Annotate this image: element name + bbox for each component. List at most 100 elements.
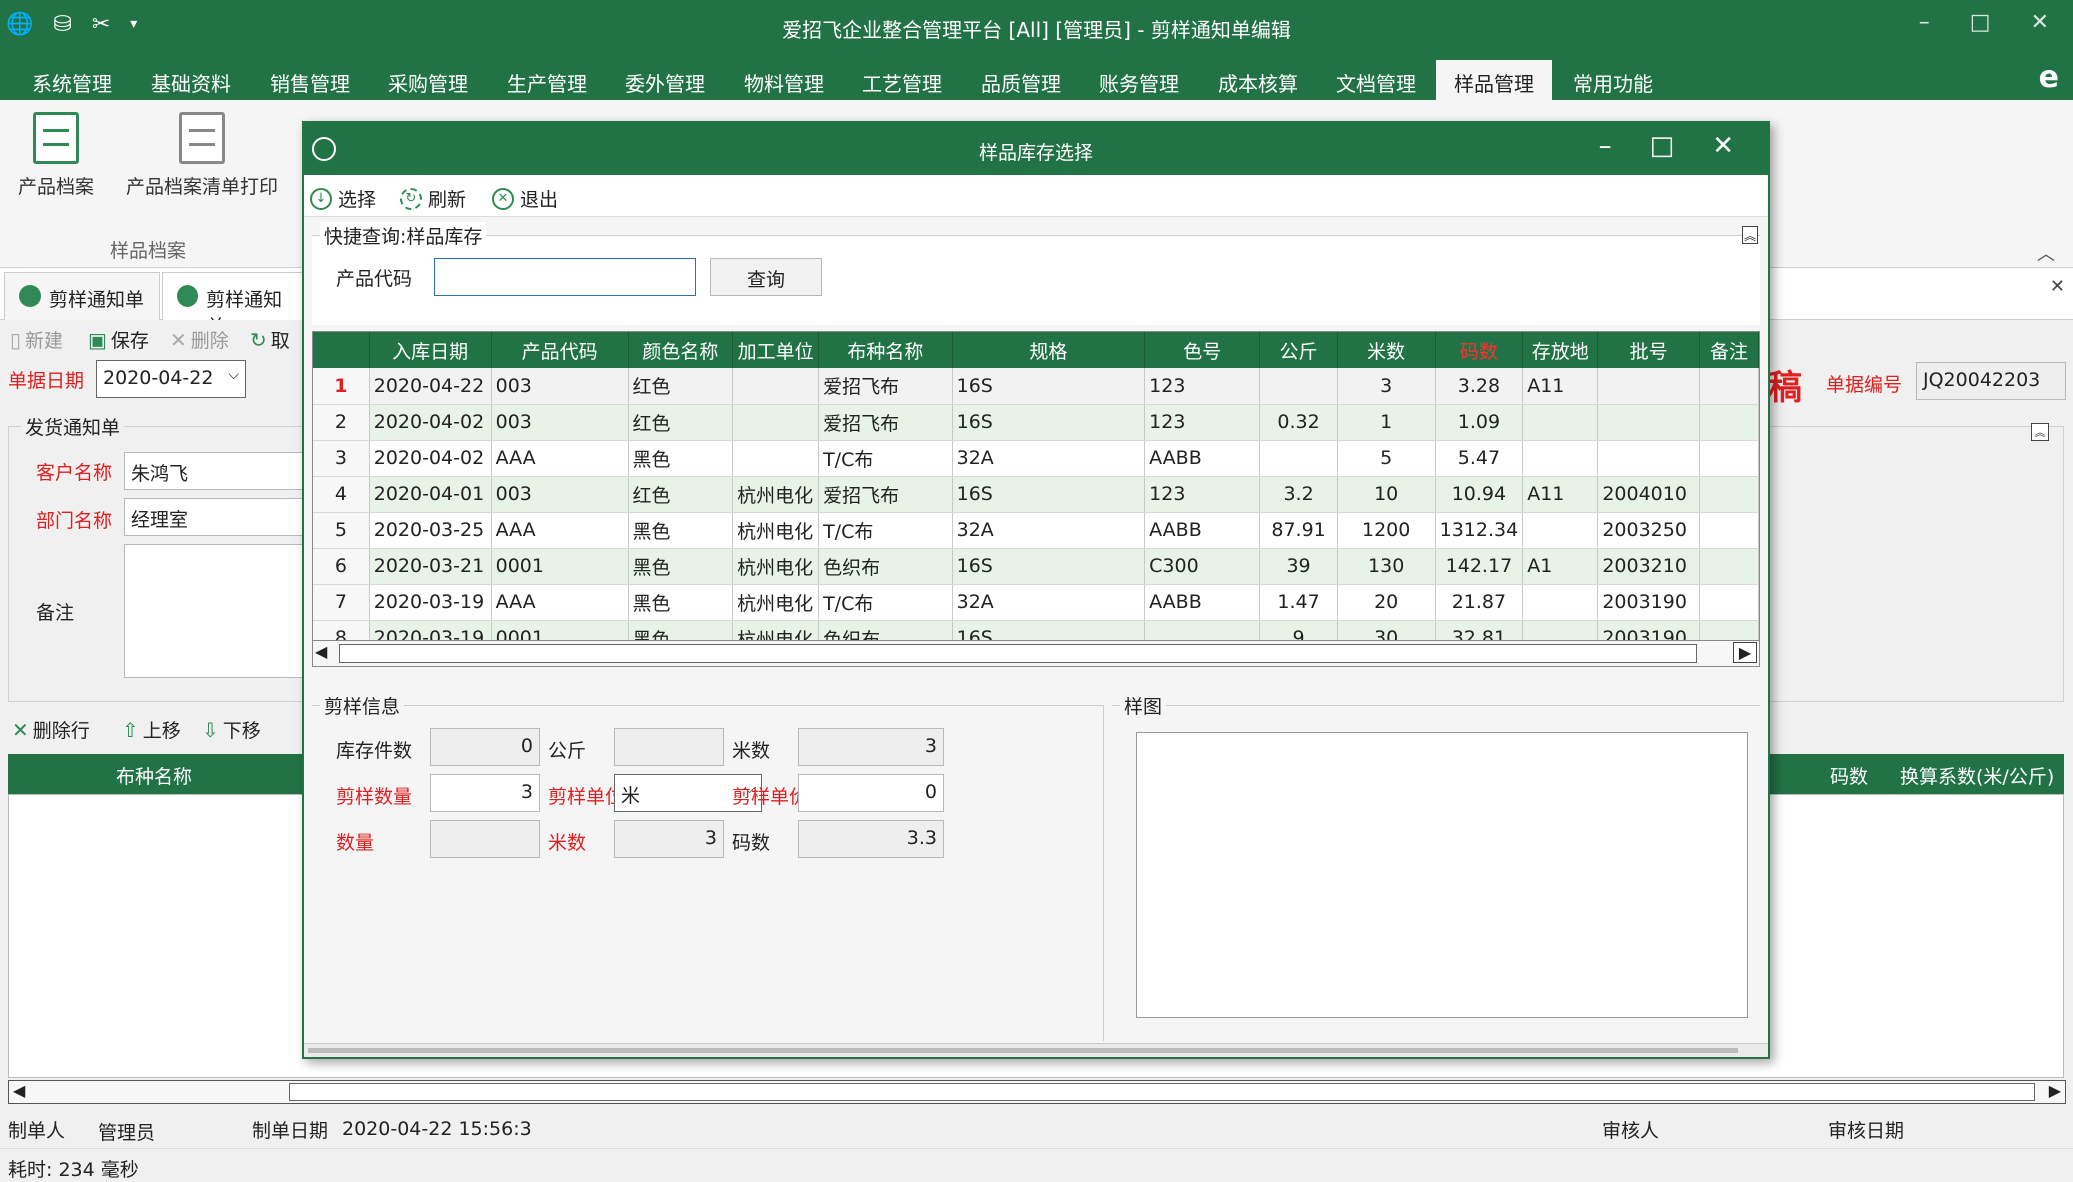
table-cell[interactable]: 2020-03-21 — [369, 548, 492, 585]
table-cell[interactable]: 杭州电化 — [732, 584, 820, 621]
table-cell[interactable]: 123 — [1144, 368, 1261, 405]
table-cell[interactable]: 爱招飞布 — [818, 368, 953, 405]
cancel-button[interactable]: ↻ 取 — [250, 326, 290, 353]
product-code-input[interactable] — [434, 258, 696, 296]
table-cell[interactable]: AABB — [1144, 584, 1261, 621]
table-cell[interactable] — [1699, 368, 1759, 405]
table-cell[interactable]: 16S — [952, 476, 1146, 513]
table-row[interactable]: 6 2020-03-21 0001 黑色 杭州电化 色织布 16S C300 39 130 142.… — [313, 548, 1759, 585]
table-cell[interactable]: 1200 — [1337, 512, 1436, 549]
cut-price-field[interactable]: 0 — [798, 774, 944, 812]
scroll-left-icon[interactable]: ◀ — [315, 642, 327, 661]
table-cell[interactable]: 2004010 — [1597, 476, 1700, 513]
menu-item[interactable]: 品质管理 — [981, 68, 1061, 97]
table-cell[interactable] — [1522, 440, 1599, 477]
table-cell[interactable] — [1597, 404, 1700, 441]
table-cell[interactable] — [1699, 404, 1759, 441]
table-cell[interactable]: 1.47 — [1259, 584, 1338, 621]
table-cell[interactable]: 色织布 — [818, 548, 953, 585]
table-cell[interactable] — [1699, 548, 1759, 585]
table-cell[interactable]: 2020-03-19 — [369, 584, 492, 621]
save-button[interactable]: ▣ 保存 — [88, 326, 149, 353]
minimize-button[interactable]: – — [1599, 131, 1612, 161]
maximize-button[interactable]: □ — [1970, 10, 1991, 35]
table-cell[interactable]: 5.47 — [1435, 440, 1524, 477]
table-cell[interactable] — [1597, 440, 1700, 477]
row-number[interactable]: 3 — [313, 440, 370, 477]
table-cell[interactable]: 2020-04-01 — [369, 476, 492, 513]
remark-field[interactable] — [124, 544, 314, 678]
menu-item[interactable]: 成本核算 — [1218, 68, 1298, 97]
table-cell[interactable]: T/C布 — [818, 512, 953, 549]
menu-item[interactable]: 基础资料 — [151, 68, 231, 97]
row-number[interactable]: 5 — [313, 512, 370, 549]
table-cell[interactable]: 123 — [1144, 404, 1261, 441]
doc-tab[interactable]: 剪样通知单 — [4, 272, 160, 320]
table-cell[interactable] — [1259, 368, 1338, 405]
product-file-button[interactable]: 产品档案 — [16, 112, 96, 199]
column-header[interactable]: 批号 — [1597, 332, 1700, 368]
move-up-button[interactable]: ⇧ 上移 — [122, 716, 181, 743]
table-cell[interactable]: T/C布 — [818, 584, 953, 621]
table-cell[interactable]: 红色 — [628, 476, 734, 513]
exit-button[interactable]: ✕ 退出 — [492, 185, 558, 212]
table-cell[interactable]: 003 — [491, 476, 629, 513]
scroll-left-icon[interactable]: ◀ — [13, 1081, 25, 1100]
table-cell[interactable]: 1 — [1337, 404, 1436, 441]
table-cell[interactable]: 黑色 — [628, 512, 734, 549]
table-cell[interactable]: 10.94 — [1435, 476, 1524, 513]
table-cell[interactable]: 16S — [952, 548, 1146, 585]
product-file-print-button[interactable]: 产品档案清单打印 — [118, 112, 286, 199]
table-cell[interactable]: 32A — [952, 584, 1146, 621]
table-cell[interactable]: AAA — [491, 584, 629, 621]
row-number[interactable]: 2 — [313, 404, 370, 441]
table-cell[interactable]: AABB — [1144, 440, 1261, 477]
close-tab-icon[interactable]: ✕ — [2050, 276, 2065, 297]
select-button[interactable]: ↓ 选择 — [310, 185, 376, 212]
column-header[interactable]: 公斤 — [1259, 332, 1338, 368]
table-cell[interactable]: 黑色 — [628, 584, 734, 621]
table-cell[interactable]: AAA — [491, 440, 629, 477]
table-cell[interactable] — [1522, 512, 1599, 549]
table-cell[interactable]: 爱招飞布 — [818, 404, 953, 441]
row-number[interactable]: 6 — [313, 548, 370, 585]
customer-field[interactable]: 朱鸿飞 — [124, 452, 314, 490]
table-cell[interactable]: 3 — [1337, 368, 1436, 405]
scroll-thumb[interactable] — [339, 644, 1697, 663]
menu-item[interactable]: 销售管理 — [270, 68, 350, 97]
scroll-thumb[interactable] — [289, 1083, 2035, 1101]
table-row[interactable]: 3 2020-04-02 AAA 黑色 T/C布 32A AABB 5 5.47 — [313, 440, 1759, 477]
table-cell[interactable]: 21.87 — [1435, 584, 1524, 621]
column-header[interactable]: 码数 — [1435, 332, 1524, 368]
table-cell[interactable]: 20 — [1337, 584, 1436, 621]
collapse-icon[interactable]: ︽ — [1742, 226, 1758, 244]
menu-item[interactable]: 工艺管理 — [862, 68, 942, 97]
table-cell[interactable] — [1522, 404, 1599, 441]
table-cell[interactable]: 红色 — [628, 404, 734, 441]
table-cell[interactable]: 0001 — [491, 548, 629, 585]
column-header[interactable]: 规格 — [952, 332, 1146, 368]
column-header[interactable]: 换算系数(米/公斤) — [1900, 762, 2054, 789]
new-button[interactable]: ▯ 新建 — [10, 326, 63, 353]
column-header[interactable]: 布种名称 — [116, 762, 192, 789]
table-cell[interactable]: 32A — [952, 440, 1146, 477]
column-header[interactable] — [313, 332, 370, 368]
move-down-button[interactable]: ⇩ 下移 — [202, 716, 261, 743]
table-cell[interactable]: 2003210 — [1597, 548, 1700, 585]
menu-item[interactable]: 采购管理 — [388, 68, 468, 97]
table-cell[interactable]: 32A — [952, 512, 1146, 549]
doc-tab-active[interactable]: 剪样通知单 — [162, 272, 310, 338]
table-cell[interactable]: 130 — [1337, 548, 1436, 585]
table-cell[interactable]: 5 — [1337, 440, 1436, 477]
table-cell[interactable] — [732, 440, 820, 477]
delete-row-button[interactable]: ✕ 删除行 — [12, 716, 90, 743]
table-row[interactable]: 5 2020-03-25 AAA 黑色 杭州电化 T/C布 32A AABB 87.91 1200… — [313, 512, 1759, 549]
table-cell[interactable]: 2020-04-22 — [369, 368, 492, 405]
refresh-button[interactable]: ↻ 刷新 — [400, 185, 466, 212]
grid-horizontal-scrollbar[interactable]: ◀ ▶ — [313, 640, 1759, 666]
column-header[interactable]: 码数 — [1830, 762, 1868, 789]
column-header[interactable]: 入库日期 — [369, 332, 492, 368]
menu-item[interactable]: 生产管理 — [507, 68, 587, 97]
scroll-thumb[interactable] — [308, 1048, 1738, 1053]
table-cell[interactable]: 2020-03-25 — [369, 512, 492, 549]
